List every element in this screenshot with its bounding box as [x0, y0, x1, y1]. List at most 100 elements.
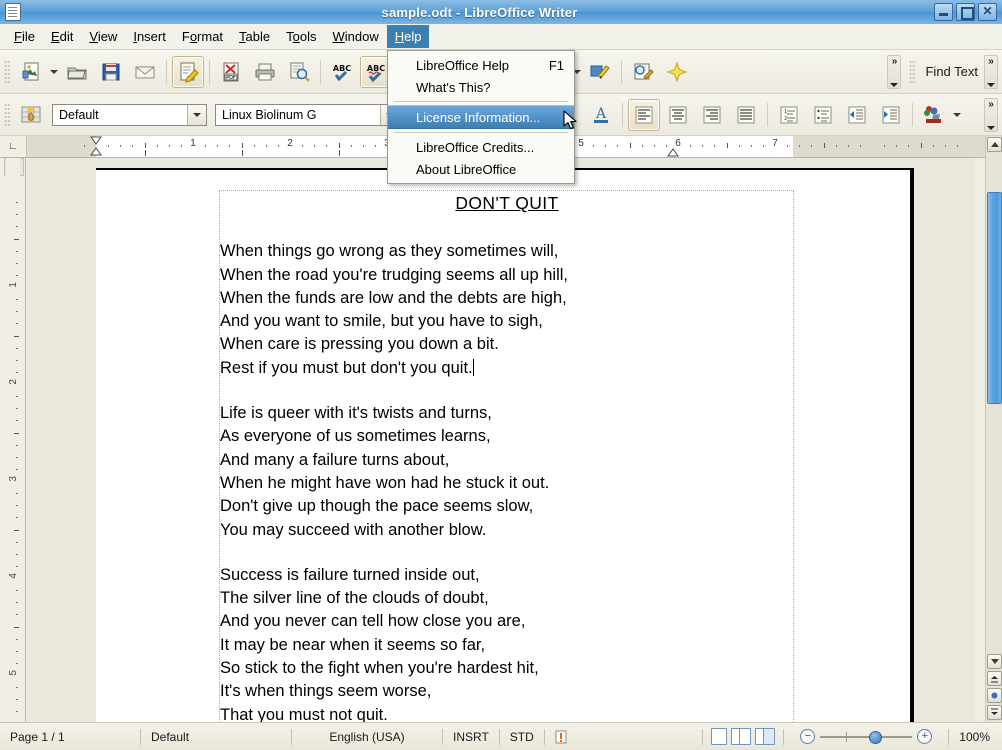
window-controls: ✕	[934, 3, 997, 21]
tab-stop-selector[interactable]: ∟	[0, 136, 27, 157]
spelling-icon[interactable]: ABC	[326, 56, 358, 88]
scrollbar-thumb[interactable]	[987, 192, 1002, 404]
highlighting-color-icon[interactable]	[918, 99, 950, 131]
toolbar-grip[interactable]	[4, 60, 11, 84]
menu-insert[interactable]: Insert	[125, 25, 174, 48]
unordered-list-icon[interactable]	[807, 99, 839, 131]
menu-view[interactable]: View	[81, 25, 125, 48]
font-name-combo[interactable]: Linux Biolinum G	[215, 104, 400, 126]
next-page-button[interactable]	[987, 705, 1002, 720]
zoom-in-button[interactable]: +	[917, 729, 932, 744]
ruler-tab-stop[interactable]	[242, 150, 250, 156]
document-canvas[interactable]: DON'T QUITWhen things go wrong as they s…	[27, 158, 975, 722]
email-document-icon[interactable]	[129, 56, 161, 88]
menu-tools[interactable]: Tools	[278, 25, 324, 48]
insert-field-icon[interactable]	[627, 56, 659, 88]
decrease-indent-icon[interactable]	[841, 99, 873, 131]
zoom-slider-track[interactable]	[820, 736, 912, 738]
right-indent-marker[interactable]	[667, 146, 679, 156]
align-right-icon[interactable]	[696, 99, 728, 131]
document-text[interactable]: DON'T QUITWhen things go wrong as they s…	[220, 192, 794, 722]
apply-style-icon[interactable]	[15, 99, 47, 131]
vertical-ruler[interactable]: 12345	[0, 158, 26, 722]
minimize-button[interactable]	[934, 3, 953, 21]
ordered-list-icon[interactable]: 1 2	[773, 99, 805, 131]
view-layout-buttons[interactable]	[703, 728, 783, 746]
formatting-toolbar-grip[interactable]	[4, 103, 11, 127]
open-document-icon[interactable]	[61, 56, 93, 88]
book-view-icon[interactable]	[755, 728, 775, 745]
document-title: DON'T QUIT	[220, 192, 794, 215]
menu-item-libreoffice-credits[interactable]: LibreOffice Credits...	[388, 136, 574, 158]
ruler-tick	[242, 143, 243, 148]
new-document-icon[interactable]	[15, 56, 47, 88]
vertical-scrollbar[interactable]	[985, 136, 1002, 722]
ruler-tick	[16, 360, 18, 361]
find-text-input[interactable]: Find Text	[919, 64, 984, 79]
multi-page-view-icon[interactable]	[731, 728, 751, 745]
save-document-icon[interactable]	[95, 56, 127, 88]
zoom-out-button[interactable]: −	[800, 729, 815, 744]
help-dropdown-menu[interactable]: LibreOffice Help F1 What's This? License…	[387, 50, 575, 184]
menu-window[interactable]: Window	[324, 25, 386, 48]
find-toolbar-expander[interactable]: »	[984, 55, 998, 89]
highlighting-color-dropdown-arrow[interactable]	[951, 101, 963, 129]
navigation-button[interactable]	[987, 688, 1002, 703]
edit-mode-icon[interactable]	[172, 56, 204, 88]
standard-toolbar-expander[interactable]: »	[887, 55, 901, 89]
document-page[interactable]: DON'T QUITWhen things go wrong as they s…	[96, 168, 914, 722]
ruler-tick	[181, 145, 182, 147]
increase-indent-icon[interactable]	[875, 99, 907, 131]
ruler-tab-stop[interactable]	[145, 150, 153, 156]
export-pdf-icon[interactable]: PDF	[215, 56, 247, 88]
find-toolbar-grip[interactable]	[909, 60, 916, 84]
menu-table[interactable]: Table	[231, 25, 278, 48]
menu-file[interactable]: File	[6, 25, 43, 48]
ruler-tick	[375, 145, 376, 147]
ruler-tick	[169, 145, 170, 147]
print-preview-icon[interactable]	[283, 56, 315, 88]
ruler-tick	[714, 145, 715, 147]
zoom-slider[interactable]: − +	[790, 728, 942, 746]
scroll-down-button[interactable]	[987, 654, 1002, 669]
page-style-indicator[interactable]: Default	[141, 728, 291, 746]
menu-item-whats-this[interactable]: What's This?	[388, 76, 574, 98]
ruler-tab-stop[interactable]	[339, 150, 347, 156]
ruler-tick	[14, 433, 19, 434]
zoom-slider-knob[interactable]	[869, 731, 882, 744]
paragraph-style-value: Default	[53, 108, 187, 122]
menu-help[interactable]: Help	[387, 25, 430, 48]
paragraph-style-dropdown-arrow[interactable]	[187, 105, 206, 125]
previous-page-button[interactable]	[987, 671, 1002, 686]
menu-edit[interactable]: Edit	[43, 25, 81, 48]
ruler-tick	[908, 145, 909, 147]
font-color-icon[interactable]: A	[585, 99, 617, 131]
close-button[interactable]: ✕	[978, 3, 997, 21]
single-page-view-icon[interactable]	[711, 728, 727, 745]
align-center-icon[interactable]	[662, 99, 694, 131]
maximize-button[interactable]	[956, 3, 975, 21]
print-icon[interactable]	[249, 56, 281, 88]
language-indicator[interactable]: English (USA)	[292, 728, 442, 746]
menu-item-license-information[interactable]: License Information...	[388, 105, 574, 129]
insert-mode-indicator[interactable]: INSRT	[443, 728, 499, 746]
menu-item-label: LibreOffice Credits...	[416, 140, 534, 155]
new-document-dropdown-arrow[interactable]	[48, 58, 60, 86]
unsaved-changes-indicator[interactable]	[545, 728, 577, 746]
show-draw-functions-icon[interactable]	[584, 56, 616, 88]
document-icon	[5, 3, 21, 21]
align-justified-icon[interactable]	[730, 99, 762, 131]
menu-item-about-libreoffice[interactable]: About LibreOffice	[388, 158, 574, 180]
gallery-icon[interactable]	[661, 56, 693, 88]
first-line-indent-marker[interactable]	[90, 136, 102, 156]
menu-format[interactable]: Format	[174, 25, 231, 48]
menu-item-libreoffice-help[interactable]: LibreOffice Help F1	[388, 54, 574, 76]
page-indicator[interactable]: Page 1 / 1	[0, 728, 140, 746]
paragraph-style-combo[interactable]: Default	[52, 104, 207, 126]
selection-mode-indicator[interactable]: STD	[500, 728, 544, 746]
vertical-ruler-track[interactable]: 12345	[6, 158, 20, 722]
zoom-level-indicator[interactable]: 100%	[949, 728, 1002, 746]
scroll-up-button[interactable]	[987, 137, 1002, 152]
formatting-toolbar-expander[interactable]: »	[984, 98, 998, 132]
align-left-icon[interactable]	[628, 99, 660, 131]
